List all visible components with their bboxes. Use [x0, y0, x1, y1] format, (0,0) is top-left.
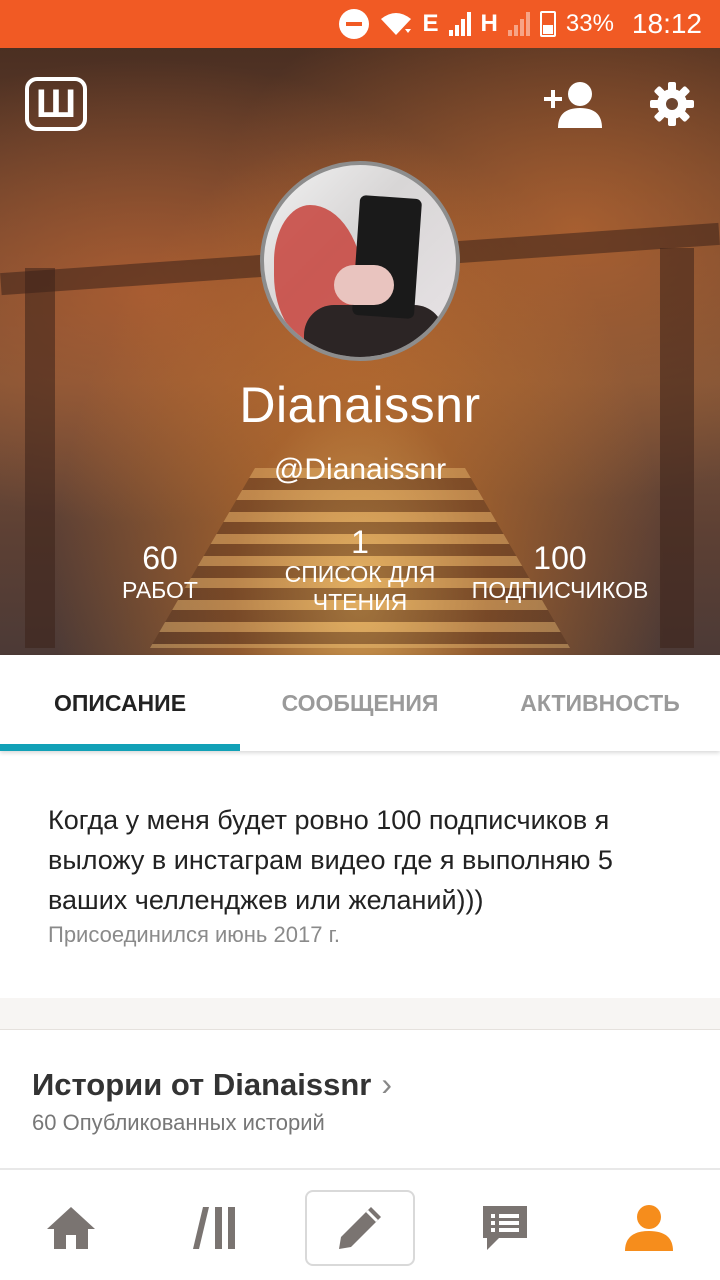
profile-username: Dianaissnr	[239, 377, 481, 433]
write-icon[interactable]	[305, 1190, 415, 1266]
join-date: Присоединился июнь 2017 г.	[48, 922, 341, 947]
do-not-disturb-icon	[338, 9, 369, 39]
profile-tabs: ОПИСАНИЕ СООБЩЕНИЯ АКТИВНОСТЬ	[0, 655, 720, 751]
network-type-label-2: H	[480, 10, 498, 37]
profile-header: Ш Dianaissnr @Dianaissnr 60 РАБОТ 1 СПИС…	[0, 48, 720, 655]
stories-section-link[interactable]: Истории от Dianaissnr ›	[32, 1066, 392, 1103]
stat-label: ПОДПИСЧИКОВ	[471, 577, 649, 603]
profile-description: Когда у меня будет ровно 100 подписчиков…	[48, 805, 613, 915]
background-post	[660, 248, 694, 648]
stat-works[interactable]: 60 РАБОТ	[80, 540, 240, 604]
bottom-navigation	[0, 1168, 720, 1280]
profile-handle: @Dianaissnr	[273, 453, 447, 486]
avatar[interactable]	[260, 161, 460, 361]
stat-label: СПИСОК ДЛЯ	[284, 561, 436, 587]
tab-messages[interactable]: СООБЩЕНИЯ	[240, 655, 480, 751]
profile-icon[interactable]	[594, 1190, 704, 1266]
stat-reading-lists[interactable]: 1 СПИСОК ДЛЯ ЧТЕНИЯ	[270, 524, 450, 616]
stat-label-line2: ЧТЕНИЯ	[312, 589, 408, 615]
chevron-right-icon: ›	[381, 1066, 393, 1102]
status-bar: E H 33% 18:12	[0, 0, 720, 48]
stat-number: 60	[142, 540, 178, 576]
stories-count: 60 Опубликованных историй	[32, 1110, 325, 1135]
gear-icon[interactable]	[650, 82, 694, 126]
wattpad-logo[interactable]: Ш	[25, 77, 87, 131]
tab-about[interactable]: ОПИСАНИЕ	[0, 655, 240, 751]
section-divider	[0, 998, 720, 1030]
stat-number: 100	[533, 540, 587, 576]
signal-icon	[448, 12, 471, 36]
battery-icon	[539, 11, 556, 37]
stat-followers[interactable]: 100 ПОДПИСЧИКОВ	[460, 540, 660, 604]
stat-number: 1	[351, 524, 369, 560]
stat-label: РАБОТ	[122, 577, 198, 603]
clock: 18:12	[631, 8, 702, 39]
library-icon[interactable]	[160, 1190, 270, 1266]
signal-icon-2	[507, 12, 530, 36]
network-type-label: E	[422, 10, 439, 37]
add-user-icon[interactable]	[544, 80, 602, 130]
wifi-icon	[379, 11, 413, 37]
tab-activity[interactable]: АКТИВНОСТЬ	[480, 655, 720, 751]
stories-title: Истории от Dianaissnr	[32, 1066, 372, 1102]
battery-percent: 33%	[565, 10, 614, 37]
messages-icon[interactable]	[450, 1190, 560, 1266]
home-icon[interactable]	[16, 1190, 126, 1266]
